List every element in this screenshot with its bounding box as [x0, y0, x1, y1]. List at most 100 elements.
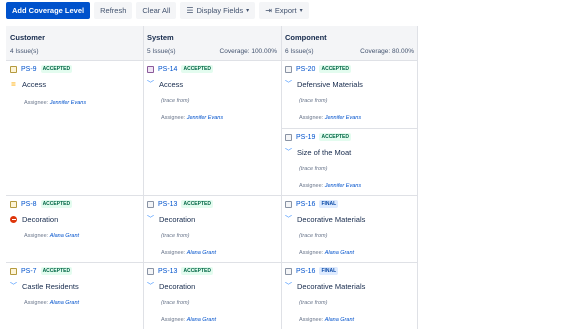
- chevron-down-icon[interactable]: ﹀: [147, 81, 154, 88]
- issue-card[interactable]: PS-16 FINAL ﹀ Decorative Materials (trac…: [281, 195, 418, 262]
- assignee-label: Assignee:: [299, 250, 324, 256]
- assignee-label: Assignee:: [299, 115, 324, 121]
- issue-key-link[interactable]: PS-16: [296, 268, 315, 275]
- issue-summary: Decoration: [22, 215, 59, 224]
- issue-count: 5 Issue(s): [147, 48, 176, 55]
- issue-summary-row: ﹀ Access: [147, 80, 183, 89]
- issue-key-link[interactable]: PS-20: [296, 66, 315, 73]
- assignee-label: Assignee:: [161, 317, 186, 323]
- issue-header: PS-8 ACCEPTED: [10, 200, 73, 208]
- chevron-down-icon[interactable]: ﹀: [10, 283, 17, 290]
- story-icon: [10, 65, 17, 73]
- issue-header: PS-13 ACCEPTED: [147, 200, 213, 208]
- assignee-name[interactable]: Jennifer Evans: [325, 183, 361, 189]
- assignee-line: Assignee: Alana Grant: [161, 317, 216, 323]
- trace-from-label: (trace from): [161, 98, 190, 104]
- issue-key-link[interactable]: PS-13: [158, 201, 177, 208]
- issue-header: PS-16 FINAL: [285, 267, 339, 275]
- issue-card[interactable]: PS-20 ACCEPTED ﹀ Defensive Materials (tr…: [281, 60, 418, 128]
- chevron-down-icon[interactable]: ﹀: [285, 81, 292, 88]
- column-header-customer: Customer 4 Issue(s): [6, 26, 143, 60]
- export-button[interactable]: ⇥ Export ▾: [259, 2, 309, 19]
- issue-summary-row: = Access: [10, 80, 46, 89]
- issue-key-link[interactable]: PS-19: [296, 134, 315, 141]
- issue-card[interactable]: PS-13 ACCEPTED ﹀ Decoration (trace from)…: [143, 195, 281, 262]
- issue-header: PS-7 ACCEPTED: [10, 267, 73, 275]
- issue-key-link[interactable]: PS-9: [21, 66, 37, 73]
- issue-card[interactable]: PS-19 ACCEPTED ﹀ Size of the Moat (trace…: [281, 128, 418, 195]
- status-badge: ACCEPTED: [181, 65, 213, 73]
- chevron-down-icon[interactable]: ﹀: [147, 283, 154, 290]
- assignee-name[interactable]: Alana Grant: [50, 300, 79, 306]
- clear-all-button[interactable]: Clear All: [136, 2, 177, 19]
- chevron-down-icon[interactable]: ﹀: [285, 283, 292, 290]
- issue-summary: Access: [159, 80, 184, 89]
- status-badge: FINAL: [319, 200, 339, 208]
- status-badge: ACCEPTED: [181, 267, 213, 275]
- add-coverage-level-button[interactable]: Add Coverage Level: [6, 2, 91, 19]
- column-header-component: Component 6 Issue(s) Coverage: 80.00%: [281, 26, 418, 60]
- issue-key-link[interactable]: PS-16: [296, 201, 315, 208]
- issue-header: PS-13 ACCEPTED: [147, 267, 213, 275]
- assignee-name[interactable]: Jennifer Evans: [50, 100, 86, 106]
- chevron-down-icon[interactable]: ﹀: [285, 216, 292, 223]
- assignee-label: Assignee:: [24, 233, 49, 239]
- status-badge: ACCEPTED: [40, 65, 73, 73]
- status-badge: FINAL: [319, 267, 339, 275]
- issue-card[interactable]: PS-7 ACCEPTED ﹀ Castle Residents Assigne…: [6, 262, 143, 329]
- issue-summary-row: ﹀ Defensive Materials: [285, 80, 363, 89]
- issue-summary-row: Decoration: [10, 215, 58, 224]
- issue-card[interactable]: PS-16 FINAL ﹀ Decorative Materials (trac…: [281, 262, 418, 329]
- issue-card[interactable]: PS-13 ACCEPTED ﹀ Decoration (trace from)…: [143, 262, 281, 329]
- issue-summary-row: ﹀ Decoration: [147, 215, 195, 224]
- assignee-name[interactable]: Jennifer Evans: [325, 115, 361, 121]
- refresh-button[interactable]: Refresh: [94, 2, 133, 19]
- issue-summary: Decoration: [159, 215, 196, 224]
- column-title: System: [147, 33, 174, 42]
- issue-card[interactable]: PS-8 ACCEPTED Decoration Assignee: Alana…: [6, 195, 143, 262]
- status-badge: ACCEPTED: [319, 65, 351, 73]
- issue-summary: Decorative Materials: [297, 282, 366, 291]
- issue-key-link[interactable]: PS-14: [158, 66, 177, 73]
- issue-count: 4 Issue(s): [10, 48, 39, 55]
- requirement-icon: [285, 267, 292, 275]
- coverage-table: Customer 4 Issue(s) System 5 Issue(s) Co…: [6, 26, 418, 329]
- trace-from-label: (trace from): [161, 233, 190, 239]
- issue-card[interactable]: PS-14 ACCEPTED ﹀ Access (trace from) Ass…: [143, 60, 281, 195]
- chevron-down-icon: ▾: [299, 8, 303, 14]
- assignee-name[interactable]: Alana Grant: [50, 233, 79, 239]
- requirement-icon: [285, 200, 292, 208]
- status-badge: ACCEPTED: [40, 200, 73, 208]
- issue-count: 6 Issue(s): [285, 48, 314, 55]
- chevron-down-icon[interactable]: ﹀: [285, 149, 292, 156]
- issue-card[interactable]: PS-9 ACCEPTED = Access Assignee: Jennife…: [6, 60, 143, 195]
- status-badge: ACCEPTED: [40, 267, 73, 275]
- assignee-name[interactable]: Alana Grant: [325, 317, 354, 323]
- requirement-icon: [147, 200, 154, 208]
- issue-key-link[interactable]: PS-8: [21, 201, 37, 208]
- coverage-percent: Coverage: 100.00%: [219, 48, 277, 55]
- assignee-label: Assignee:: [299, 317, 324, 323]
- assignee-name[interactable]: Alana Grant: [187, 317, 216, 323]
- assignee-label: Assignee:: [161, 115, 186, 121]
- issue-summary: Defensive Materials: [297, 80, 363, 89]
- issue-key-link[interactable]: PS-13: [158, 268, 177, 275]
- issue-summary-row: ﹀ Size of the Moat: [285, 148, 351, 157]
- chevron-down-icon[interactable]: ﹀: [147, 216, 154, 223]
- display-fields-button[interactable]: ☰ Display Fields ▾: [180, 2, 256, 19]
- issue-key-link[interactable]: PS-7: [21, 268, 37, 275]
- assignee-name[interactable]: Alana Grant: [325, 250, 354, 256]
- issue-summary: Decoration: [159, 282, 196, 291]
- column-title: Component: [285, 33, 327, 42]
- trace-from-label: (trace from): [299, 300, 328, 306]
- story-icon: [10, 200, 17, 208]
- requirement-icon: [285, 133, 292, 141]
- assignee-name[interactable]: Alana Grant: [187, 250, 216, 256]
- assignee-line: Assignee: Jennifer Evans: [299, 115, 361, 121]
- priority-blocker-icon: [10, 216, 17, 223]
- assignee-line: Assignee: Jennifer Evans: [161, 115, 223, 121]
- status-badge: ACCEPTED: [319, 133, 351, 141]
- display-fields-label: Display Fields: [196, 6, 244, 15]
- assignee-label: Assignee:: [299, 183, 324, 189]
- assignee-name[interactable]: Jennifer Evans: [187, 115, 223, 121]
